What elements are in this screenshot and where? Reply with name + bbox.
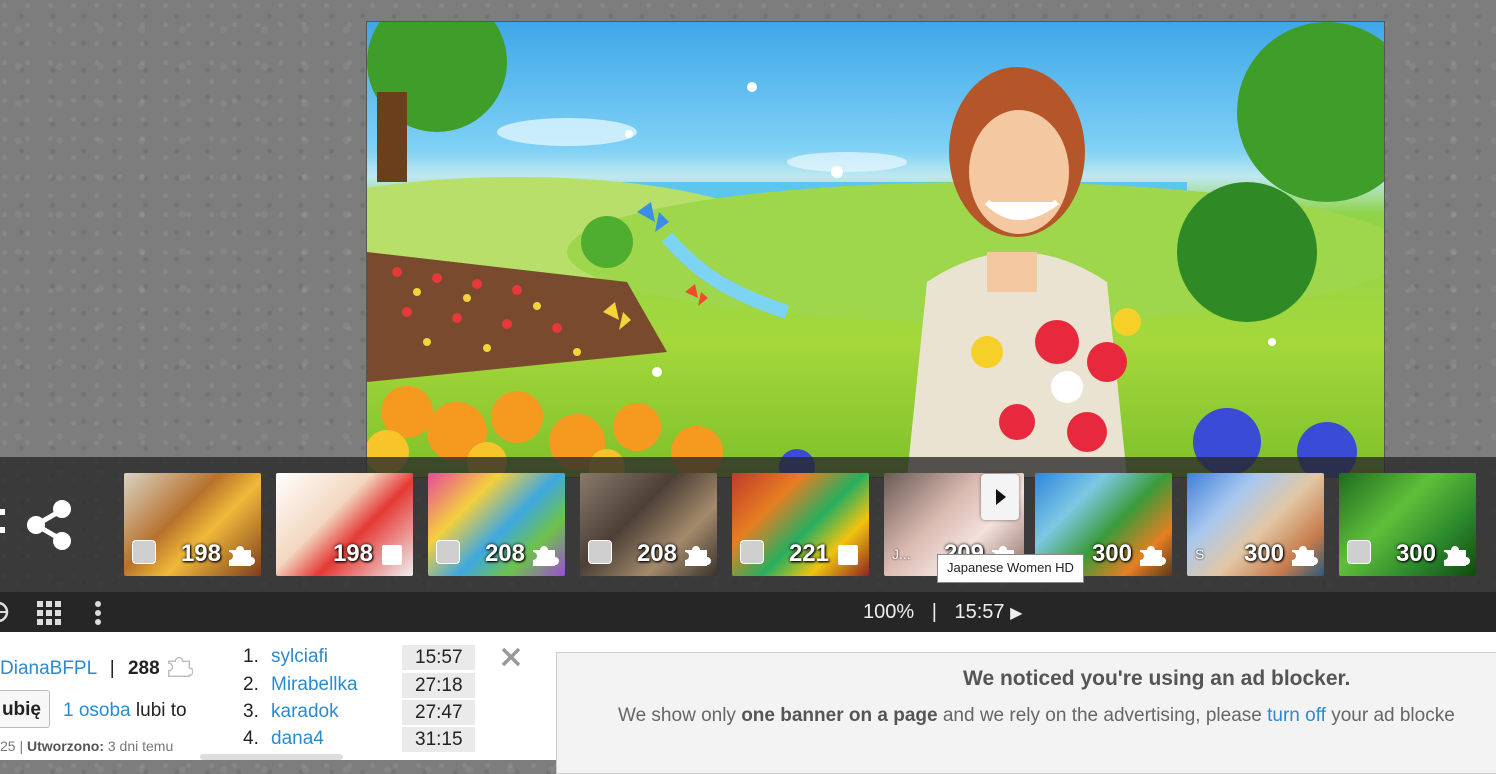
rank-time: 15:57 (402, 645, 475, 670)
thumbnail-piece-count: 300 (1395, 540, 1436, 567)
rank-time: 27:18 (402, 673, 475, 698)
thumbnail-piece-count: 208 (636, 540, 677, 567)
puzzle-piece-icon (1444, 546, 1470, 566)
created-prefix: 25 | (0, 738, 27, 754)
created-value: 3 dni temu (107, 738, 174, 754)
share-icon[interactable] (24, 498, 76, 552)
rank-user-link[interactable]: sylciafi (271, 646, 328, 668)
adblock-text: We show only (618, 705, 742, 726)
like-button[interactable]: ubię (0, 690, 50, 728)
play-icon[interactable]: ▶ (1010, 605, 1022, 622)
thumbnail-3[interactable]: 208 (580, 473, 717, 576)
thumbnail-8[interactable]: 300 (1339, 473, 1476, 576)
avatar (436, 540, 460, 564)
next-button[interactable] (981, 474, 1019, 520)
thumbnail-piece-count: 300 (1091, 540, 1132, 567)
adblock-bold-text: one banner on a page (741, 705, 938, 726)
thumbnail-piece-count: 198 (332, 540, 373, 567)
rank-user-link[interactable]: dana4 (271, 728, 324, 750)
avatar (1347, 540, 1371, 564)
avatar (132, 540, 156, 564)
rank-user-link[interactable]: Mirabellka (271, 674, 358, 696)
thumbnail-piece-count: 208 (484, 540, 525, 567)
chevron-right-icon (996, 489, 1006, 505)
puzzle-piece-icon (533, 546, 559, 566)
partial-icon[interactable] (0, 505, 8, 545)
rank-user-link[interactable]: karadok (271, 701, 339, 723)
adblock-text: your ad blocke (1325, 705, 1455, 726)
rank-position: 1. (243, 646, 259, 667)
thumbnail-piece-count: 198 (180, 540, 221, 567)
square-icon (382, 545, 402, 565)
puzzle-piece-icon (229, 546, 255, 566)
avatar (740, 540, 764, 564)
timer: 15:57 (954, 601, 1005, 623)
thumbnail-prefix: S (1195, 546, 1205, 562)
thumbnail-piece-count: 221 (788, 540, 829, 567)
created-info: 25 | Utworzono: 3 dni temu (0, 738, 173, 754)
rank-position: 3. (243, 701, 259, 722)
author-separator: | (109, 658, 115, 679)
partial-icon[interactable] (0, 600, 12, 624)
more-vertical-icon[interactable] (93, 600, 103, 626)
adblock-notice: We noticed you're using an ad blocker. W… (556, 652, 1496, 774)
puzzle-piece-icon (167, 656, 194, 677)
author-line: DianaBFPL | 288 (0, 652, 194, 680)
thumbnail-1[interactable]: 198 (276, 473, 413, 576)
thumbnail-7[interactable]: S 300 (1187, 473, 1324, 576)
likes-text: 1 osoba lubi to (63, 700, 187, 722)
scrollbar[interactable] (200, 754, 343, 760)
thumbnail-piece-count: 300 (1243, 540, 1284, 567)
turn-off-link[interactable]: turn off (1267, 705, 1326, 726)
likes-suffix: lubi to (135, 700, 187, 721)
author-piece-count: 288 (127, 658, 160, 679)
likes-count-link[interactable]: 1 osoba (63, 700, 131, 721)
author-link[interactable]: DianaBFPL (0, 658, 96, 679)
puzzle-piece-icon (685, 546, 711, 566)
rank-position: 4. (243, 728, 259, 749)
thumbnail-4[interactable]: 221 (732, 473, 869, 576)
puzzle-piece-icon (1292, 546, 1318, 566)
rank-time: 27:47 (402, 700, 475, 725)
thumbnail-tooltip: Japanese Women HD (937, 554, 1084, 583)
thumbnail-prefix: J... (892, 546, 911, 562)
close-icon[interactable] (500, 646, 522, 668)
game-status: 100% | 15:57 ▶ (863, 601, 1022, 624)
puzzle-illustration (367, 22, 1384, 477)
puzzle-image[interactable] (366, 21, 1385, 478)
thumbnail-2[interactable]: 208 (428, 473, 565, 576)
square-icon (838, 545, 858, 565)
puzzle-stage: 198 198 208 208 221 J... 209 300 S 300 3… (0, 0, 1496, 632)
adblock-text: and we rely on the advertising, please (937, 705, 1268, 726)
rank-position: 2. (243, 674, 259, 695)
avatar (588, 540, 612, 564)
puzzle-info: DianaBFPL | 288 ubię 1 osoba lubi to 25 … (0, 632, 1496, 774)
status-separator: | (931, 601, 937, 623)
grid-icon[interactable] (36, 600, 62, 626)
puzzle-piece-icon (1140, 546, 1166, 566)
zoom-level: 100% (863, 601, 915, 623)
rank-time: 31:15 (402, 727, 475, 752)
created-label: Utworzono: (27, 738, 104, 754)
adblock-headline: We noticed you're using an ad blocker. (963, 667, 1351, 690)
thumbnail-0[interactable]: 198 (124, 473, 261, 576)
adblock-body: We show only one banner on a page and we… (618, 705, 1455, 727)
control-bar: 100% | 15:57 ▶ (0, 592, 1496, 632)
